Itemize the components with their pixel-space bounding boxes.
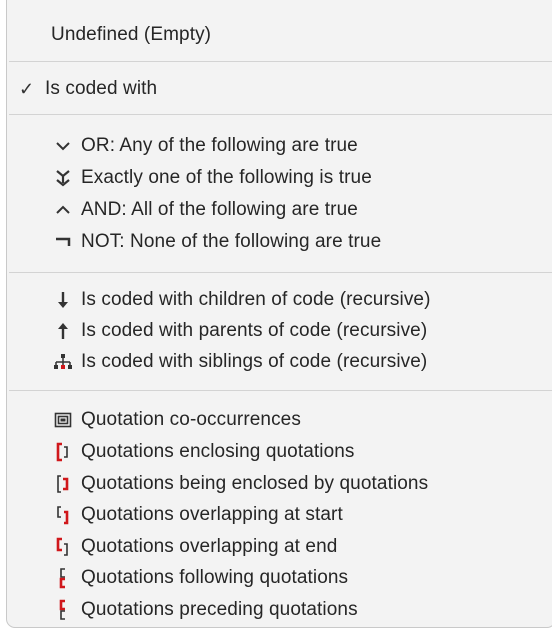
menu-item-is-coded-with[interactable]: ✓ Is coded with xyxy=(7,74,552,104)
menu-item-enclosing[interactable]: Quotations enclosing quotations xyxy=(7,437,552,467)
menu-item-label: OR: Any of the following are true xyxy=(81,135,358,156)
siblings-tree-icon xyxy=(51,350,75,374)
menu-separator xyxy=(9,114,552,115)
menu-item-label: Undefined (Empty) xyxy=(51,24,212,45)
exactly-one-icon xyxy=(51,166,75,190)
menu-item-label: NOT: None of the following are true xyxy=(81,231,382,252)
not-sign-icon xyxy=(51,230,75,254)
menu-item-label: Quotations being enclosed by quotations xyxy=(81,473,429,494)
menu-item-label: Quotations preceding quotations xyxy=(81,599,358,620)
menu-item-enclosed[interactable]: Quotations being enclosed by quotations xyxy=(7,469,552,499)
enclosing-bracket-icon xyxy=(51,440,75,464)
menu-item-overlap-start[interactable]: Quotations overlapping at start xyxy=(7,500,552,530)
menu-separator xyxy=(9,272,552,273)
enclosed-bracket-icon xyxy=(51,472,75,496)
menu-item-siblings-recursive[interactable]: Is coded with siblings of code (recursiv… xyxy=(7,347,552,377)
arrow-down-icon xyxy=(51,288,75,312)
arrow-up-icon xyxy=(51,319,75,343)
menu-item-label: Quotations following quotations xyxy=(81,567,349,588)
menu-item-not[interactable]: NOT: None of the following are true xyxy=(7,227,552,257)
menu-item-preceding[interactable]: Quotations preceding quotations xyxy=(7,595,552,625)
chevron-up-icon xyxy=(51,198,75,222)
menu-item-exactly-one[interactable]: Exactly one of the following is true xyxy=(7,163,552,193)
chevron-down-icon xyxy=(51,134,75,158)
menu-item-label: Exactly one of the following is true xyxy=(81,167,372,188)
menu-separator xyxy=(9,390,552,391)
menu-item-label: Is coded with parents of code (recursive… xyxy=(81,320,428,341)
menu-item-label: Is coded with xyxy=(45,78,158,99)
menu-item-label: Quotation co-occurrences xyxy=(81,409,301,430)
menu-item-label: Is coded with siblings of code (recursiv… xyxy=(81,351,428,372)
following-icon xyxy=(51,566,75,590)
menu-item-overlap-end[interactable]: Quotations overlapping at end xyxy=(7,532,552,562)
menu-item-label: Is coded with children of code (recursiv… xyxy=(81,289,431,310)
preceding-icon xyxy=(51,598,75,622)
menu-separator xyxy=(9,61,552,62)
co-occurrence-icon xyxy=(51,408,75,432)
overlap-end-icon xyxy=(51,535,75,559)
menu-item-or[interactable]: OR: Any of the following are true xyxy=(7,131,552,161)
menu-item-label: Quotations overlapping at end xyxy=(81,536,338,557)
menu-item-label: AND: All of the following are true xyxy=(81,199,358,220)
menu-item-undefined-empty[interactable]: Undefined (Empty) xyxy=(7,20,552,50)
overlap-start-icon xyxy=(51,503,75,527)
menu-item-co-occurrences[interactable]: Quotation co-occurrences xyxy=(7,405,552,435)
menu-item-following[interactable]: Quotations following quotations xyxy=(7,563,552,593)
menu-item-and[interactable]: AND: All of the following are true xyxy=(7,195,552,225)
menu-item-label: Quotations overlapping at start xyxy=(81,504,343,525)
menu-item-children-recursive[interactable]: Is coded with children of code (recursiv… xyxy=(7,285,552,315)
context-menu: Undefined (Empty) ✓ Is coded with OR: An… xyxy=(6,0,552,628)
checkmark-icon: ✓ xyxy=(19,78,35,99)
menu-item-label: Quotations enclosing quotations xyxy=(81,441,355,462)
menu-item-parents-recursive[interactable]: Is coded with parents of code (recursive… xyxy=(7,316,552,346)
